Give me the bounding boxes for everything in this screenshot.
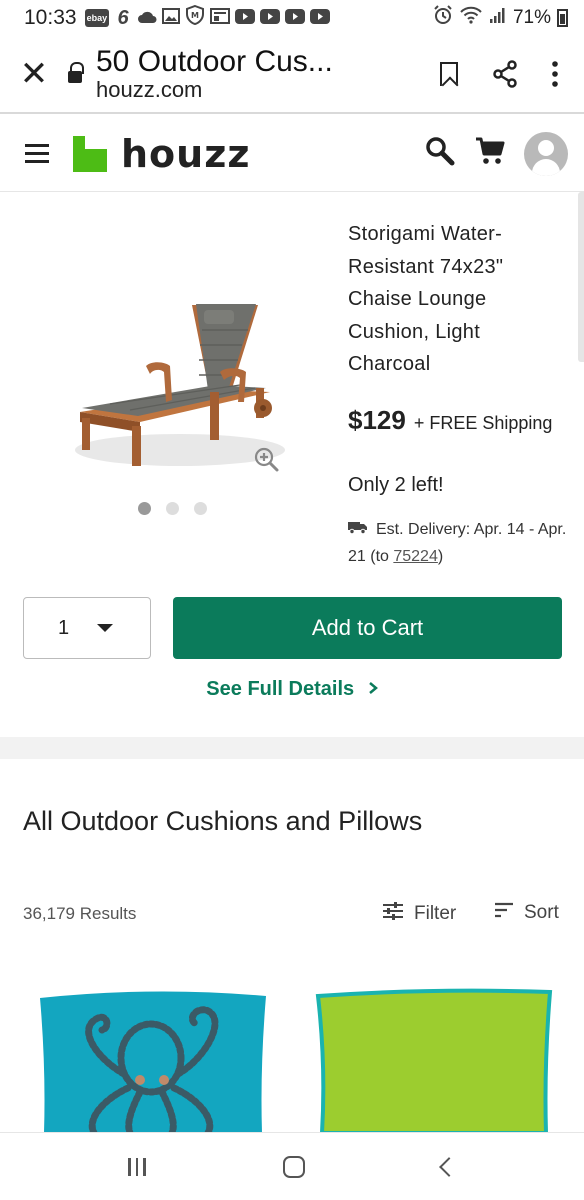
zip-code-link[interactable]: 75224 <box>393 548 438 565</box>
quantity-value: 1 <box>58 616 70 639</box>
results-count: 36,179 Results <box>23 904 137 923</box>
lock-icon[interactable] <box>68 62 84 87</box>
image-carousel-dots <box>138 502 207 515</box>
truck-icon <box>348 516 368 543</box>
youtube-icon <box>310 7 331 30</box>
scroll-indicator <box>578 192 584 362</box>
news-icon <box>210 7 231 30</box>
url-block[interactable]: 50 Outdoor Cus... houzz.com <box>96 46 440 102</box>
browser-actions <box>440 60 584 88</box>
signal-icon <box>489 7 507 29</box>
battery-icon <box>557 9 568 27</box>
sort-label: Sort <box>524 902 559 923</box>
recent-apps-icon[interactable] <box>128 1157 146 1176</box>
chevron-right-icon <box>368 678 378 701</box>
header-actions <box>424 131 584 176</box>
m-shield-icon: M <box>185 4 205 31</box>
cloud-icon <box>137 7 157 30</box>
share-icon[interactable] <box>492 60 518 88</box>
filter-button[interactable]: Filter <box>382 902 456 926</box>
sort-icon <box>494 902 514 924</box>
android-nav-bar <box>0 1132 584 1200</box>
notification-icons: ebay 6 M <box>84 4 331 31</box>
search-icon[interactable] <box>424 135 456 172</box>
youtube-icon <box>235 7 256 30</box>
shipping-info: + FREE Shipping <box>413 413 553 433</box>
status-time: 10:33 <box>24 6 77 29</box>
wifi-icon <box>459 6 483 30</box>
close-icon[interactable]: ✕ <box>0 57 68 91</box>
add-to-cart-button[interactable]: Add to Cart <box>173 597 562 659</box>
carousel-dot[interactable] <box>138 502 151 515</box>
site-header: houzz <box>0 116 584 192</box>
gallery-icon <box>162 7 181 30</box>
filter-icon <box>382 902 404 926</box>
hamburger-menu-icon[interactable] <box>25 139 49 168</box>
stock-status: Only 2 left! <box>348 474 444 496</box>
cart-icon[interactable] <box>474 136 506 171</box>
page-domain: houzz.com <box>96 77 203 102</box>
section-divider <box>0 737 584 759</box>
see-full-details-label: See Full Details <box>206 678 355 700</box>
browser-toolbar: ✕ 50 Outdoor Cus... houzz.com <box>0 36 584 114</box>
svg-text:M: M <box>191 11 199 20</box>
avatar[interactable] <box>524 131 568 176</box>
home-icon[interactable] <box>282 1155 305 1178</box>
price-row: $129 + FREE Shipping <box>348 405 552 436</box>
filter-label: Filter <box>414 903 457 924</box>
product-title[interactable]: Storigami Water-Resistant 74x23" Chaise … <box>348 218 568 381</box>
chevron-down-icon <box>97 624 114 632</box>
status-right: 71% <box>433 5 568 31</box>
more-menu-icon[interactable] <box>552 61 558 87</box>
delivery-estimate: Est. Delivery: Apr. 14 - Apr. 21 (to 752… <box>348 516 573 570</box>
houzz-logo-text[interactable]: houzz <box>121 132 250 176</box>
page-title: 50 Outdoor Cus... <box>96 45 333 78</box>
bookmark-icon[interactable] <box>440 62 458 86</box>
houzz-logo-icon[interactable] <box>73 135 107 172</box>
battery-percent: 71% <box>512 7 551 28</box>
product-price: $129 <box>348 405 406 435</box>
sort-button[interactable]: Sort <box>494 902 559 924</box>
quantity-select[interactable]: 1 <box>23 597 151 659</box>
section-heading: All Outdoor Cushions and Pillows <box>23 806 423 836</box>
youtube-icon <box>260 7 281 30</box>
product-thumbnail[interactable] <box>312 986 554 1135</box>
alarm-icon <box>433 5 453 31</box>
carousel-dot[interactable] <box>194 502 207 515</box>
product-thumbnail[interactable] <box>36 988 270 1137</box>
six-icon: 6 <box>117 6 129 29</box>
delivery-suffix: ) <box>437 548 444 566</box>
youtube-icon <box>285 7 306 30</box>
carousel-dot[interactable] <box>166 502 179 515</box>
back-icon[interactable] <box>438 1156 459 1177</box>
status-bar: 10:33 ebay 6 M 71% <box>0 0 584 36</box>
zoom-in-icon[interactable] <box>254 447 280 478</box>
delivery-text: Est. Delivery: Apr. 14 - Apr. 21 (to <box>348 521 567 566</box>
see-full-details-link[interactable]: See Full Details <box>0 678 584 701</box>
ebay-icon: ebay <box>84 9 110 27</box>
